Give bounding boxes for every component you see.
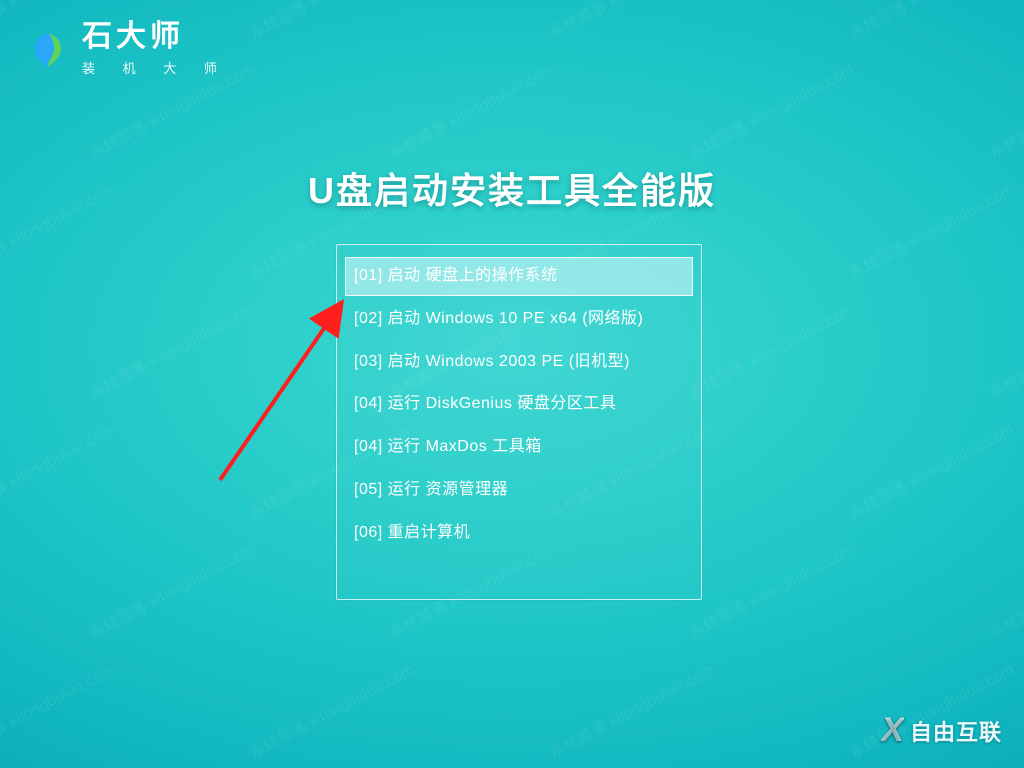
app-logo: 石大师 装 机 大 师 <box>28 22 229 77</box>
attribution-icon: X <box>881 711 904 750</box>
boot-menu: [01] 启动 硬盘上的操作系统 [02] 启动 Windows 10 PE x6… <box>336 244 702 600</box>
boot-menu-item-6[interactable]: [06] 重启计算机 <box>345 514 693 553</box>
boot-menu-item-1[interactable]: [02] 启动 Windows 10 PE x64 (网络版) <box>345 300 693 339</box>
logo-brand: 石大师 <box>82 22 229 52</box>
attribution: X 自由互联 <box>881 711 1002 750</box>
boot-menu-item-5[interactable]: [05] 运行 资源管理器 <box>345 471 693 510</box>
boot-menu-item-3[interactable]: [04] 运行 DiskGenius 硬盘分区工具 <box>345 385 693 424</box>
page-title: U盘启动安装工具全能版 <box>0 162 1024 214</box>
attribution-label: 自由互联 <box>910 715 1002 747</box>
boot-menu-item-0[interactable]: [01] 启动 硬盘上的操作系统 <box>345 257 693 296</box>
boot-menu-item-2[interactable]: [03] 启动 Windows 2003 PE (旧机型) <box>345 343 693 382</box>
logo-tagline: 装 机 大 师 <box>82 58 229 77</box>
logo-icon <box>28 30 68 70</box>
boot-menu-item-4[interactable]: [04] 运行 MaxDos 工具箱 <box>345 428 693 467</box>
